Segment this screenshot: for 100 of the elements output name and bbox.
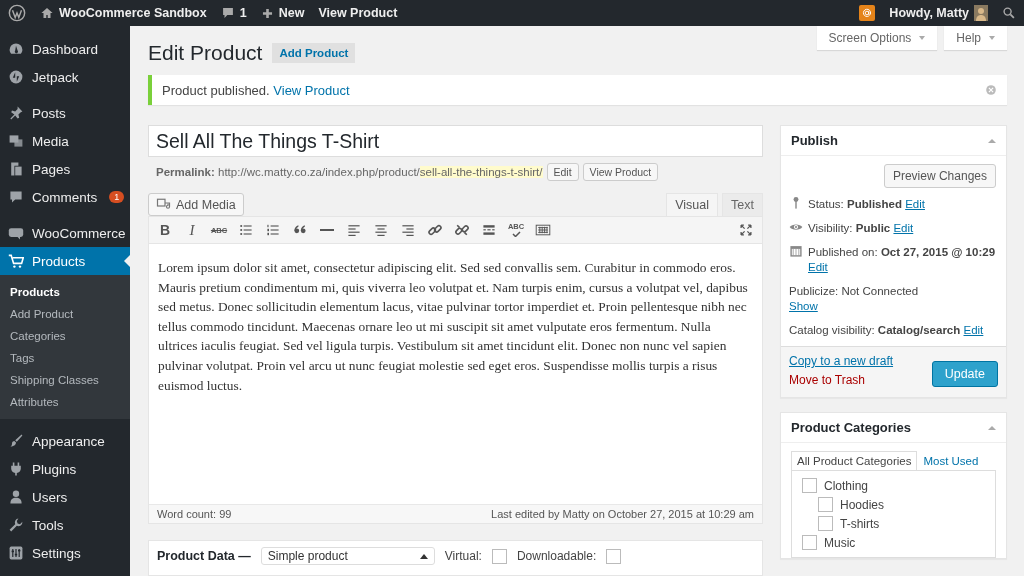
checkbox[interactable] bbox=[818, 497, 833, 512]
permalink-text: Permalink: http://wc.matty.co.za/index.php/product/sell-all-the-things-t-shirt/ bbox=[156, 166, 543, 178]
checkbox[interactable] bbox=[818, 516, 833, 531]
submenu-item[interactable]: Categories bbox=[0, 325, 130, 347]
avatar-icon bbox=[974, 5, 988, 21]
align-right-icon bbox=[400, 222, 416, 238]
check-icon bbox=[511, 231, 521, 237]
checkbox[interactable] bbox=[802, 535, 817, 550]
publish-link[interactable]: Edit bbox=[963, 324, 984, 336]
site-link[interactable]: WooCommerce Sandbox bbox=[40, 6, 207, 20]
box-title: Publish bbox=[791, 133, 838, 148]
wordpress-logo-icon bbox=[8, 4, 26, 22]
account-menu[interactable]: Howdy, Matty bbox=[889, 5, 988, 21]
pages-icon bbox=[8, 161, 24, 177]
bold-button[interactable]: B bbox=[155, 220, 175, 240]
permalink-button[interactable]: View Product bbox=[582, 163, 659, 181]
italic-button[interactable]: I bbox=[182, 220, 202, 240]
title-field[interactable]: Sell All The Things T-Shirt bbox=[148, 125, 763, 157]
submenu-item[interactable]: Products bbox=[0, 281, 130, 303]
calendar-icon bbox=[789, 244, 803, 258]
trash-link[interactable]: Move to Trash bbox=[789, 373, 894, 387]
product-type-select[interactable]: Simple product bbox=[260, 547, 435, 565]
speech-bubble-icon bbox=[220, 6, 235, 20]
media-icon bbox=[8, 133, 24, 149]
publish-info: Visibility: Public bbox=[808, 222, 891, 234]
expand-icon bbox=[739, 223, 753, 237]
sidebar-item[interactable]: Media bbox=[0, 127, 130, 155]
user-icon bbox=[8, 489, 24, 505]
add-product-button[interactable]: Add Product bbox=[272, 43, 356, 63]
submenu-item[interactable]: Shipping Classes bbox=[0, 369, 130, 391]
comments-link[interactable]: 1 bbox=[220, 6, 247, 20]
sidebar-item[interactable]: Appearance bbox=[0, 427, 130, 455]
sidebar-item[interactable]: Settings bbox=[0, 539, 130, 567]
sidebar-item[interactable]: Comments 1 bbox=[0, 183, 130, 211]
link-icon bbox=[427, 222, 443, 238]
bulleted-list-icon bbox=[238, 222, 254, 238]
checkbox[interactable] bbox=[491, 548, 507, 564]
publish-info: Publicize: Not Connected bbox=[789, 285, 919, 297]
view-product-link[interactable]: View Product bbox=[318, 6, 398, 20]
sliders-icon bbox=[8, 545, 24, 561]
align-center-icon bbox=[373, 222, 389, 238]
panel-title: Product Data — bbox=[157, 549, 251, 563]
sidebar-item[interactable]: Dashboard bbox=[0, 35, 130, 63]
submenu-item[interactable]: Attributes bbox=[0, 391, 130, 413]
read-more-icon bbox=[481, 222, 497, 238]
sidebar-item[interactable]: Plugins bbox=[0, 455, 130, 483]
permalink-button[interactable]: Edit bbox=[546, 163, 579, 181]
publish-link[interactable]: Edit bbox=[905, 198, 925, 210]
category-tab[interactable]: All Product Categories bbox=[791, 451, 918, 470]
post-content: Lorem ipsum dolor sit amet, consectetur adipiscing elit. Sed sed convallis sem. Curabitur in commodo eros. Mauris pretium condimentum mi, quis viverra leo volutpat et. Nam turpis enim, cursus a volutpat vel, dapibus sed metus. Donec sollicitudin elementum lacus, vitae pulvinar tortor imperdiet et. Proin pellentesque nibh nec tellus commodo tincidunt. Maecenas ornare leo ut mi suscipit sit amet vulputate eros fermentum. Nulla ultrices iaculis feugiat. Sed vel ligula turpis. Vestibulum sit amet tincidunt elit. Donec non nunc vel sapien pulvinar volutpat. Proin vel arcu ut nunc feugiat molestie sed eget eros. Suspendisse mollis turpis a risus euismod luctus. bbox=[158, 259, 749, 395]
add-media-button[interactable]: Add Media bbox=[148, 193, 244, 216]
home-icon bbox=[40, 6, 54, 20]
checkbox[interactable] bbox=[606, 548, 622, 564]
bolt-circle-icon bbox=[8, 69, 24, 85]
publish-info: Catalog visibility: Catalog/search bbox=[789, 324, 961, 336]
publish-info: Status: Published bbox=[808, 198, 902, 210]
sidebar-item[interactable]: Jetpack bbox=[0, 63, 130, 91]
pin-icon bbox=[8, 105, 24, 121]
cart-icon bbox=[8, 253, 24, 269]
unlink-icon bbox=[454, 222, 470, 238]
new-link[interactable]: New bbox=[260, 6, 305, 20]
sidebar-item[interactable]: WooCommerce bbox=[0, 219, 130, 247]
plug-icon bbox=[8, 461, 24, 477]
woo-bubble-icon bbox=[8, 225, 24, 241]
category-label: Music bbox=[824, 535, 856, 550]
word-count: Word count: 99 bbox=[157, 508, 232, 520]
checkbox[interactable] bbox=[802, 478, 817, 493]
count-badge: 1 bbox=[109, 191, 125, 203]
sidebar-item[interactable]: Pages bbox=[0, 155, 130, 183]
category-label: T-shirts bbox=[840, 516, 880, 531]
editor-tab[interactable]: Text bbox=[722, 193, 763, 216]
sidebar-item[interactable]: Posts bbox=[0, 99, 130, 127]
sidebar-item[interactable]: Users bbox=[0, 483, 130, 511]
help-button[interactable]: Help bbox=[944, 26, 1007, 50]
submenu-item[interactable]: Add Product bbox=[0, 303, 130, 325]
wrench-icon bbox=[8, 517, 24, 533]
media-icon bbox=[156, 197, 171, 212]
copy-draft-link[interactable]: Copy to a new draft bbox=[789, 354, 894, 368]
page-title: Edit Product bbox=[148, 41, 263, 65]
category-label: Hoodies bbox=[840, 497, 885, 512]
notice-text: Product published. View Product bbox=[162, 82, 351, 98]
search-icon bbox=[1002, 6, 1016, 20]
numbered-list-icon bbox=[265, 222, 281, 238]
box-title: Product Categories bbox=[791, 420, 911, 435]
view-product-link[interactable]: View Product bbox=[273, 82, 350, 98]
submenu-item[interactable]: Tags bbox=[0, 347, 130, 369]
preview-changes-button[interactable]: Preview Changes bbox=[883, 164, 996, 188]
publish-link[interactable]: Show bbox=[789, 299, 818, 314]
sidebar-item[interactable]: Products bbox=[0, 247, 130, 275]
checkbox-label: Virtual: bbox=[444, 549, 482, 563]
plus-icon bbox=[260, 6, 274, 20]
screen-options-button[interactable]: Screen Options bbox=[816, 26, 938, 50]
align-left-icon bbox=[346, 222, 362, 238]
sidebar-item[interactable]: Tools bbox=[0, 511, 130, 539]
publish-link[interactable]: Edit bbox=[893, 222, 914, 234]
publish-link[interactable]: Edit bbox=[808, 260, 828, 275]
category-tab[interactable]: Most Used bbox=[917, 451, 985, 470]
editor-tab[interactable]: Visual bbox=[666, 193, 719, 216]
horizontal-line-icon bbox=[320, 229, 334, 231]
brush-icon bbox=[8, 433, 24, 449]
